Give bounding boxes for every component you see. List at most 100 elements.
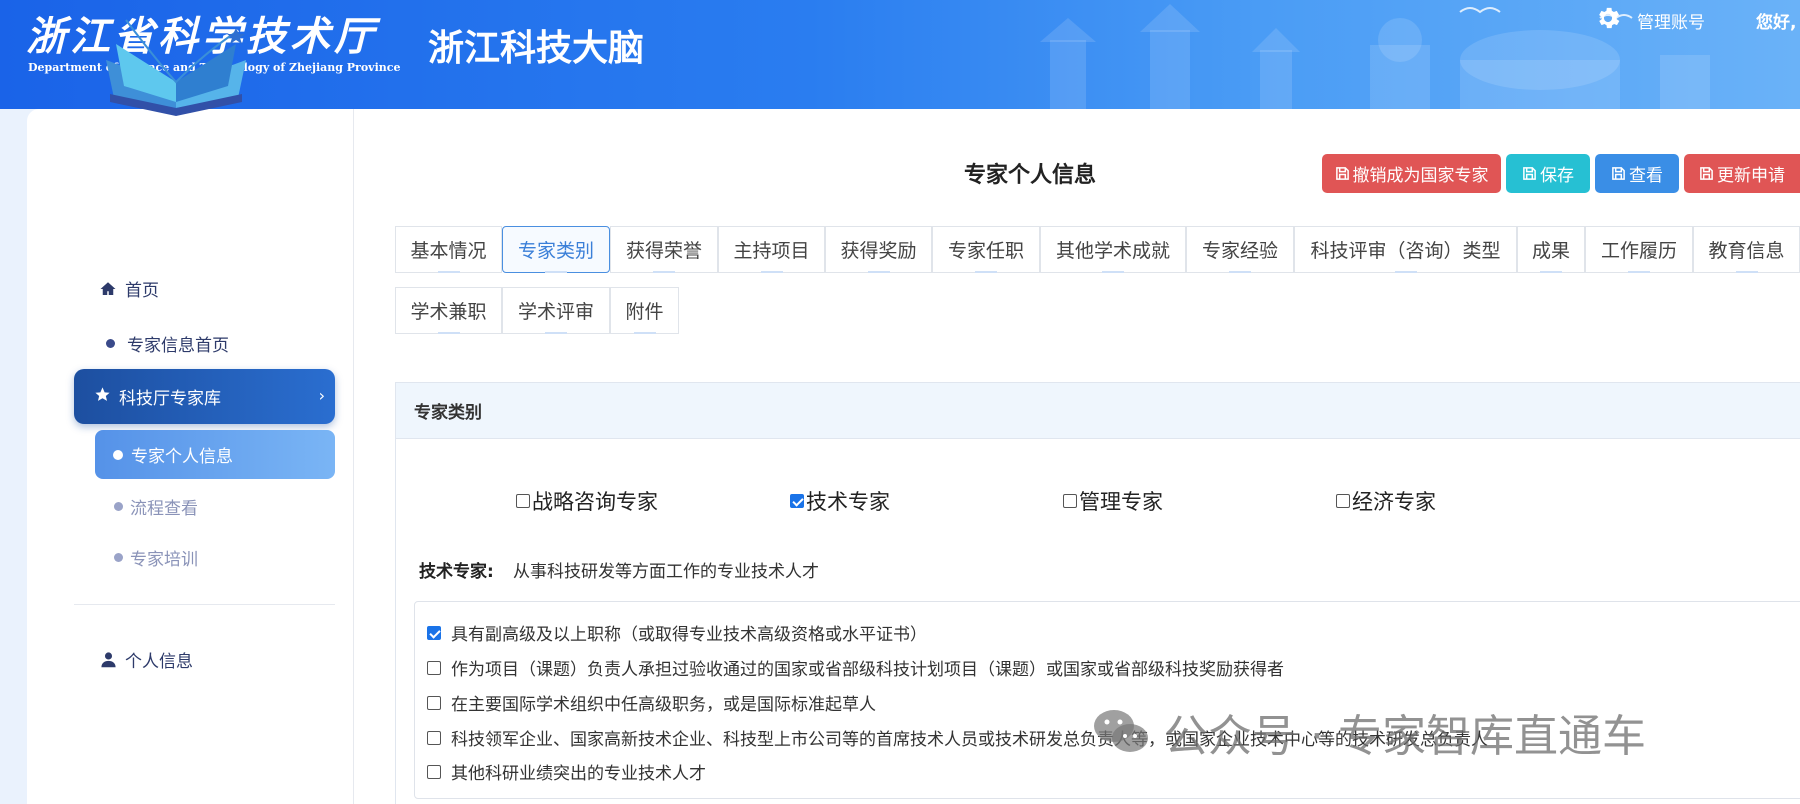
bullet-icon	[113, 449, 123, 460]
tab-label: 其他学术成就	[1055, 240, 1170, 262]
tab-attachments[interactable]: 附件	[610, 287, 679, 334]
sidebar-item-label: 专家个人信息	[131, 447, 233, 467]
tab-label: 专家经验	[1201, 240, 1278, 262]
user-icon	[99, 651, 117, 669]
sidebar-item-expert-library[interactable]: 科技厅专家库 ›	[74, 369, 335, 424]
sidebar-item-expert-training[interactable]: 专家培训	[114, 545, 198, 570]
tab-expert-category[interactable]: 专家类别	[502, 226, 610, 273]
save-icon	[1612, 167, 1625, 180]
tab-education[interactable]: 教育信息	[1693, 226, 1800, 273]
save-label: 保存	[1540, 166, 1574, 185]
tab-review-types[interactable]: 科技评审（咨询）类型	[1294, 226, 1517, 273]
criteria-item[interactable]: 其他科研业绩突出的专业技术人才	[427, 759, 706, 784]
sidebar-item-label: 科技厅专家库	[119, 389, 221, 409]
checkbox-checked[interactable]	[790, 494, 804, 508]
sidebar-item-label: 流程查看	[130, 499, 198, 519]
criteria-text: 作为项目（课题）负责人承担过验收通过的国家或省部级科技计划项目（课题）或国家或省…	[451, 660, 1284, 680]
category-management-checkbox[interactable]: 管理专家	[1063, 486, 1163, 516]
tab-basic-info[interactable]: 基本情况	[395, 226, 502, 273]
criteria-text: 在主要国际学术组织中任高级职务，或是国际标准起草人	[451, 695, 876, 715]
criteria-text: 具有副高级及以上职称（或取得专业技术高级资格或水平证书）	[451, 625, 927, 645]
tab-honors[interactable]: 获得荣誉	[610, 226, 718, 273]
category-label: 技术专家	[806, 490, 890, 514]
category-technical-checkbox[interactable]: 技术专家	[790, 486, 890, 516]
sidebar-item-label: 个人信息	[125, 652, 193, 672]
sidebar-item-home[interactable]: 首页	[99, 276, 159, 301]
tab-label: 获得荣誉	[625, 240, 702, 262]
sidebar-item-process-view[interactable]: 流程查看	[114, 494, 198, 519]
checkbox[interactable]	[427, 764, 441, 779]
sidebar-item-personal-info[interactable]: 个人信息	[99, 647, 193, 672]
tab-label: 学术评审	[517, 301, 594, 323]
checkbox[interactable]	[427, 660, 441, 675]
checkbox[interactable]	[1063, 494, 1077, 508]
update-label: 更新申请	[1717, 166, 1785, 185]
update-application-button[interactable]: 更新申请	[1684, 154, 1800, 193]
checkbox[interactable]	[1336, 494, 1350, 508]
section-title: 专家类别	[395, 382, 1800, 439]
tab-positions[interactable]: 专家任职	[932, 226, 1040, 273]
star-icon	[94, 386, 111, 408]
tab-label: 获得奖励	[840, 240, 917, 262]
view-button[interactable]: 查看	[1595, 154, 1679, 193]
home-icon	[99, 280, 117, 298]
sidebar-item-label: 首页	[125, 281, 159, 301]
bullet-icon	[114, 553, 123, 562]
view-label: 查看	[1629, 166, 1663, 185]
tab-academic-achievements[interactable]: 其他学术成就	[1040, 226, 1186, 273]
checkbox[interactable]	[427, 695, 441, 710]
revoke-national-expert-button[interactable]: 撤销成为国家专家	[1322, 154, 1501, 193]
bullet-icon	[114, 502, 123, 511]
sidebar-item-expert-home[interactable]: 专家信息首页	[101, 331, 229, 356]
criteria-item[interactable]: 具有副高级及以上职称（或取得专业技术高级资格或水平证书）	[427, 620, 927, 645]
tab-label: 教育信息	[1708, 240, 1785, 262]
tab-label: 专家任职	[947, 240, 1024, 262]
definition-label: 技术专家:	[419, 562, 494, 582]
save-icon	[1335, 167, 1349, 180]
tab-label: 成果	[1531, 240, 1570, 262]
watermark: 公众号 · 专家智库直通车	[1092, 700, 1646, 764]
tab-label: 主持项目	[733, 240, 810, 262]
criteria-item[interactable]: 作为项目（课题）负责人承担过验收通过的国家或省部级科技计划项目（课题）或国家或省…	[427, 655, 1284, 680]
checkbox[interactable]	[516, 494, 530, 508]
category-label: 战略咨询专家	[532, 490, 658, 514]
revoke-label: 撤销成为国家专家	[1352, 166, 1489, 185]
app-header: 浙江省科学技术厅 Department of Science and Techn…	[0, 0, 1800, 109]
save-icon	[1523, 167, 1536, 180]
category-label: 经济专家	[1352, 490, 1436, 514]
account-link[interactable]: 管理账号	[1637, 8, 1705, 33]
tab-results[interactable]: 成果	[1517, 226, 1585, 273]
definition-text: 从事科技研发等方面工作的专业技术人才	[513, 562, 819, 582]
category-label: 管理专家	[1079, 490, 1163, 514]
criteria-text: 其他科研业绩突出的专业技术人才	[451, 764, 706, 784]
checkbox-checked[interactable]	[427, 625, 441, 640]
tab-label: 科技评审（咨询）类型	[1310, 240, 1501, 262]
book-logo-icon	[106, 19, 246, 116]
wechat-icon	[1094, 710, 1148, 752]
sidebar-item-label: 专家信息首页	[127, 336, 229, 356]
app-title: 浙江科技大脑	[428, 28, 645, 69]
sidebar-item-label: 专家培训	[130, 550, 198, 570]
tab-awards[interactable]: 获得奖励	[825, 226, 932, 273]
tab-label: 专家类别	[517, 240, 594, 262]
tab-projects[interactable]: 主持项目	[718, 226, 825, 273]
sidebar-item-expert-personal-info[interactable]: 专家个人信息	[95, 430, 335, 479]
chevron-right-icon: ›	[318, 386, 325, 405]
sidebar-divider	[74, 604, 335, 605]
tab-work-history[interactable]: 工作履历	[1585, 226, 1693, 273]
tab-academic-review[interactable]: 学术评审	[502, 287, 610, 334]
checkbox[interactable]	[427, 730, 441, 745]
tab-label: 基本情况	[410, 240, 487, 262]
tab-experience[interactable]: 专家经验	[1186, 226, 1294, 273]
greeting-text: 您好,	[1756, 13, 1797, 33]
bullet-icon	[101, 335, 119, 353]
criteria-item[interactable]: 在主要国际学术组织中任高级职务，或是国际标准起草人	[427, 690, 876, 715]
category-strategic-checkbox[interactable]: 战略咨询专家	[516, 486, 658, 516]
gear-icon[interactable]	[1594, 4, 1622, 32]
save-button[interactable]: 保存	[1506, 154, 1590, 193]
tab-label: 学术兼职	[410, 301, 487, 323]
tab-academic-parttime[interactable]: 学术兼职	[395, 287, 502, 334]
save-icon	[1700, 167, 1713, 180]
category-economic-checkbox[interactable]: 经济专家	[1336, 486, 1436, 516]
watermark-text: 公众号 · 专家智库直通车	[1164, 711, 1646, 762]
